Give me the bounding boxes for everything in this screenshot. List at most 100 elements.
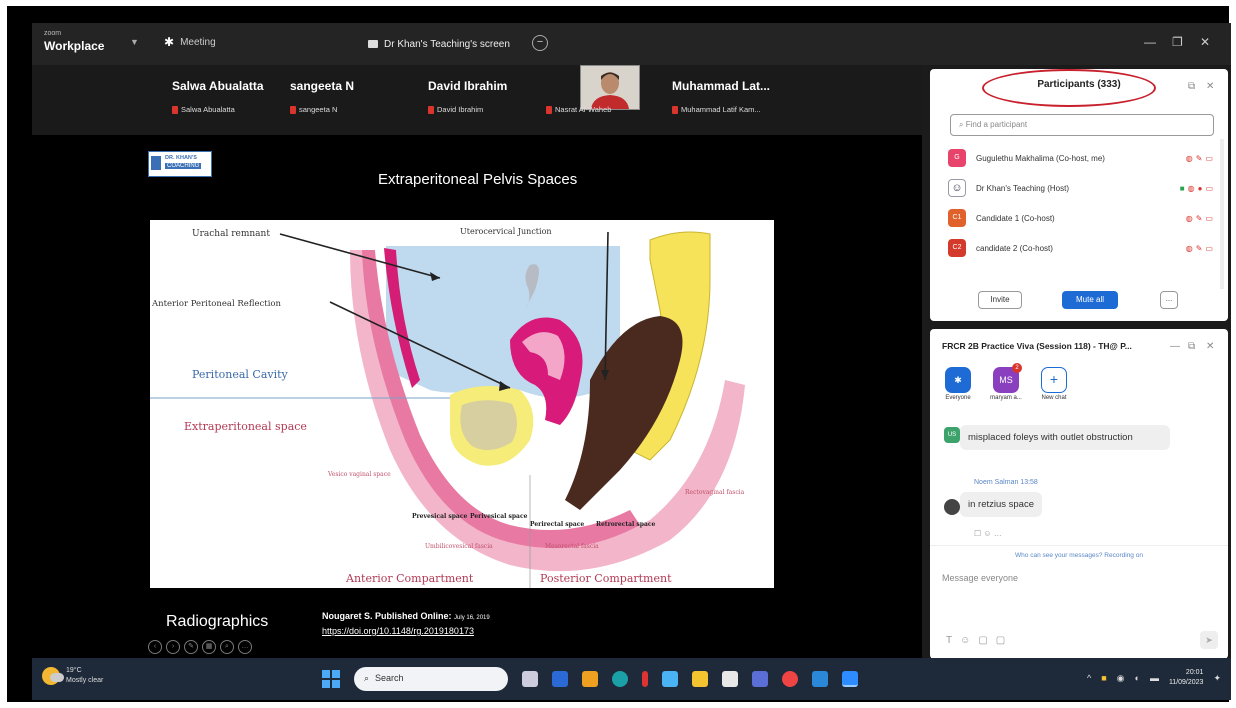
highlight-ellipse: [982, 69, 1156, 107]
prev-icon[interactable]: ‹: [148, 640, 162, 654]
popout-icon[interactable]: ⧉: [1188, 81, 1195, 92]
battery-icon[interactable]: ▬: [1150, 673, 1159, 683]
doi-link[interactable]: https://doi.org/10.1148/rg.2019180173: [322, 625, 490, 638]
close-icon[interactable]: ✕: [1200, 35, 1210, 49]
search-icon: ⌕: [364, 673, 370, 683]
label-retrorectal: Retrorectal space: [596, 521, 656, 528]
weather-widget[interactable]: 19°C Mostly clear: [42, 666, 103, 686]
avatar: [944, 499, 960, 515]
shared-screen-content[interactable]: DR. KHAN'S COACHING Extraperitoneal Pelv…: [32, 135, 922, 658]
chevron-down-icon[interactable]: ▼: [130, 37, 139, 47]
next-icon[interactable]: ›: [166, 640, 180, 654]
system-tray: ^ ■ ◉ ◐ ▬ 20:01 11/09/2023 ✦: [1087, 668, 1221, 688]
room-direct[interactable]: MS 2 maryam a...: [988, 363, 1024, 401]
participant-label: Muhammad Latif Kam...: [672, 105, 761, 114]
send-icon[interactable]: ➤: [1200, 631, 1218, 649]
label-prevesical: Prevesical space: [412, 513, 467, 520]
invite-button[interactable]: Invite: [978, 291, 1022, 309]
more-options-button[interactable]: ...: [1160, 291, 1178, 309]
message-input[interactable]: Message everyone: [942, 573, 1018, 583]
person-icon: ☺: [948, 179, 966, 197]
screenshot-frame: zoom Workplace ▼ ✱ Meeting Dr Khan's Tea…: [7, 6, 1231, 702]
app-icon[interactable]: [642, 671, 648, 687]
search-placeholder: Find a participant: [965, 120, 1028, 129]
room-label: Everyone: [945, 395, 971, 401]
chat-panel: FRCR 2B Practice Viva (Session 118) - TH…: [930, 329, 1228, 659]
label-extraperitoneal: Extraperitoneal space: [184, 420, 307, 433]
mute-all-button[interactable]: Mute all: [1062, 291, 1118, 309]
video-tile[interactable]: Salwa Abualatta Salwa Abualatta: [162, 65, 282, 135]
label-perivesical: Perivesical space: [470, 513, 528, 520]
app-icon[interactable]: [582, 671, 598, 687]
slide-controls: ‹ › ✎ ▦ ⌕ …: [148, 640, 252, 654]
video-tile[interactable]: Nasrat Al-Waheb: [536, 65, 656, 135]
close-icon[interactable]: ✕: [1206, 341, 1214, 352]
room-new-chat[interactable]: + New chat: [1036, 367, 1072, 401]
list-item[interactable]: G Gugulethu Makhalima (Co-host, me) ◍✎▭: [948, 143, 1218, 173]
list-item[interactable]: ☺ Dr Khan's Teaching (Host) ■◍●▭: [948, 173, 1218, 203]
avatar: G: [948, 149, 966, 167]
chat-title: FRCR 2B Practice Viva (Session 118) - TH…: [942, 341, 1132, 351]
tab-meeting-label: Meeting: [180, 36, 216, 48]
task-view-icon[interactable]: [522, 671, 538, 687]
chat-toolbar[interactable]: T☺▢▢: [946, 635, 1013, 646]
folder-icon[interactable]: [692, 671, 708, 687]
minimize-icon[interactable]: —: [1170, 341, 1180, 352]
label-anterior-reflection: Anterior Peritoneal Reflection: [151, 299, 282, 309]
participant-search-input[interactable]: ⌕ Find a participant: [950, 114, 1214, 136]
chevron-up-icon[interactable]: ^: [1087, 673, 1091, 683]
more-icon[interactable]: …: [238, 640, 252, 654]
recording-notice[interactable]: Who can see your messages? Recording on: [930, 545, 1228, 559]
chrome-icon[interactable]: [782, 671, 798, 687]
restore-icon[interactable]: ❐: [1172, 35, 1183, 49]
popout-icon[interactable]: ⧉: [1188, 341, 1195, 352]
tab-shared-screen[interactable]: Dr Khan's Teaching's screen: [362, 31, 532, 57]
app-icon[interactable]: [722, 671, 738, 687]
app-icon[interactable]: [662, 671, 678, 687]
label-umbilicovesical: Umbilicovesical fascia: [425, 543, 493, 550]
participant-label: Nasrat Al-Waheb: [546, 105, 611, 114]
brand-small: zoom: [44, 30, 62, 37]
room-label: maryam a...: [990, 395, 1022, 401]
label-posterior-compartment: Posterior Compartment: [540, 572, 672, 585]
notification-icon[interactable]: ✦: [1213, 673, 1221, 684]
unread-badge: 2: [1012, 363, 1022, 373]
scrollbar[interactable]: [1220, 139, 1224, 289]
chat-rooms: ✱ Everyone MS 2 maryam a... + New chat: [940, 363, 1072, 401]
windows-start-icon[interactable]: [322, 670, 340, 688]
close-icon[interactable]: ✕: [1206, 81, 1214, 92]
message-actions[interactable]: ☐ ☺ …: [974, 529, 1002, 538]
label-perirectal: Perirectal space: [530, 521, 584, 528]
participant-label: sangeeta N: [290, 105, 337, 114]
list-item[interactable]: C2 candidate 2 (Co-host) ◍✎▭: [948, 233, 1218, 263]
mic-off-icon: [672, 105, 678, 114]
meeting-icon: ✱: [945, 367, 971, 393]
wifi-icon[interactable]: ◉: [1117, 673, 1125, 684]
volume-icon[interactable]: ◐: [1135, 673, 1140, 683]
zoom-icon[interactable]: ⌕: [220, 640, 234, 654]
slide-reference: Nougaret S. Published Online: July 16, 2…: [322, 610, 490, 638]
tray-app-icon[interactable]: ■: [1101, 673, 1106, 683]
label-peritoneal-cavity: Peritoneal Cavity: [192, 368, 289, 381]
app-icon[interactable]: [552, 671, 568, 687]
tab-meeting[interactable]: ✱ Meeting: [164, 35, 216, 49]
slides-icon[interactable]: ▦: [202, 640, 216, 654]
new-tab-icon[interactable]: −: [532, 35, 548, 51]
pen-icon[interactable]: ✎: [184, 640, 198, 654]
edge-icon[interactable]: [612, 671, 628, 687]
slide-credit: Radiographics: [166, 613, 269, 630]
video-tile[interactable]: David Ibrahim David Ibrahim: [418, 65, 538, 135]
room-everyone[interactable]: ✱ Everyone: [940, 367, 976, 401]
clock[interactable]: 20:01 11/09/2023: [1169, 668, 1204, 688]
video-tile[interactable]: sangeeta N sangeeta N: [280, 65, 400, 135]
participant-name: Gugulethu Makhalima (Co-host, me): [976, 153, 1105, 163]
app-icon[interactable]: [812, 671, 828, 687]
mic-off-icon: [428, 105, 434, 114]
taskbar-search[interactable]: ⌕ Search: [354, 667, 508, 691]
avatar: C1: [948, 209, 966, 227]
zoom-icon[interactable]: [842, 671, 858, 687]
minimize-icon[interactable]: —: [1144, 35, 1156, 49]
teams-icon[interactable]: [752, 671, 768, 687]
list-item[interactable]: C1 Candidate 1 (Co-host) ◍✎▭: [948, 203, 1218, 233]
video-tile[interactable]: Muhammad Lat... Muhammad Latif Kam...: [662, 65, 782, 135]
